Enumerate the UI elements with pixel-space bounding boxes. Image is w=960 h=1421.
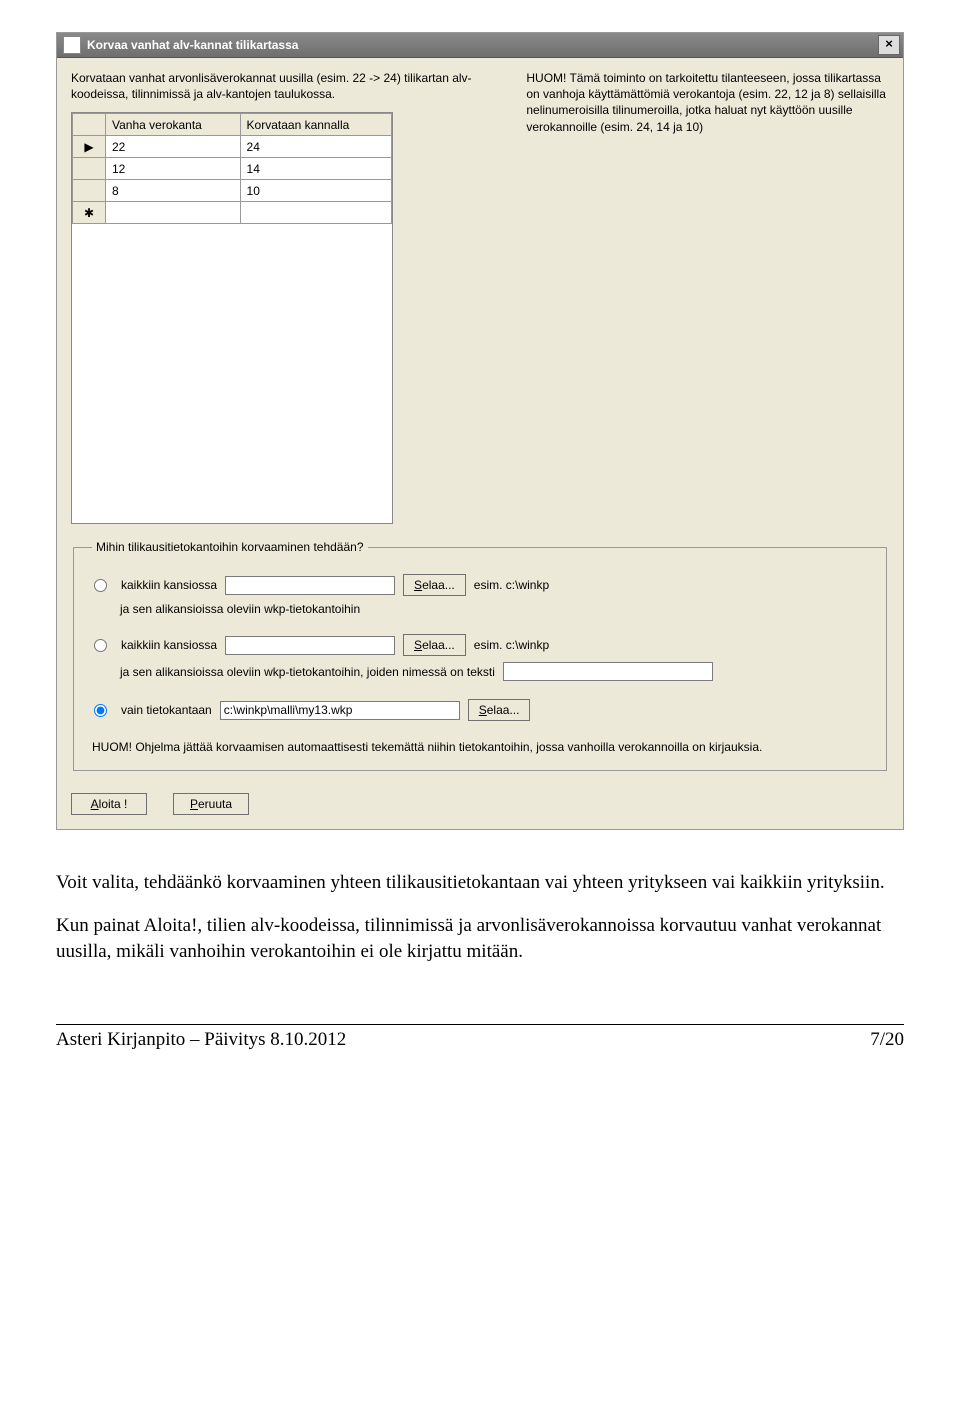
- rate-mapping-grid[interactable]: Vanha verokanta Korvataan kannalla ▶ 22 …: [71, 112, 393, 524]
- cell-new[interactable]: 10: [240, 180, 391, 202]
- browse-button-3[interactable]: Selaa...: [468, 699, 531, 721]
- cancel-button[interactable]: Peruuta: [173, 793, 249, 815]
- radio-label: vain tietokantaan: [121, 703, 212, 717]
- grid-corner: [73, 114, 106, 136]
- footer-rule: [56, 1024, 904, 1025]
- page-footer: Asteri Kirjanpito – Päivitys 8.10.2012 7…: [56, 1029, 904, 1051]
- dialog-client-area: Korvataan vanhat arvonlisäverokannat uus…: [57, 58, 903, 829]
- option1-subtext: ja sen alikansioissa oleviin wkp-tietoka…: [120, 602, 868, 616]
- folder-path-input-2[interactable]: [225, 636, 395, 655]
- table-row-new[interactable]: ✱: [73, 202, 392, 224]
- example-hint: esim. c:\winkp: [474, 638, 549, 652]
- folder-path-input-1[interactable]: [225, 576, 395, 595]
- fieldset-note: HUOM! Ohjelma jättää korvaamisen automaa…: [92, 739, 868, 755]
- row-selector[interactable]: [73, 158, 106, 180]
- paragraph: Voit valita, tehdäänkö korvaaminen yhtee…: [56, 870, 904, 896]
- cell-new[interactable]: 24: [240, 136, 391, 158]
- database-path-input[interactable]: [220, 701, 460, 720]
- paragraph: Kun painat Aloita!, tilien alv-koodeissa…: [56, 913, 904, 964]
- cell-old[interactable]: 8: [106, 180, 241, 202]
- name-filter-input[interactable]: [503, 662, 713, 681]
- window-title: Korvaa vanhat alv-kannat tilikartassa: [87, 38, 878, 52]
- cell-new[interactable]: 14: [240, 158, 391, 180]
- grid-header-old: Vanha verokanta: [106, 114, 241, 136]
- cell-new[interactable]: [240, 202, 391, 224]
- new-row-icon[interactable]: ✱: [73, 202, 106, 224]
- dialog-window: Korvaa vanhat alv-kannat tilikartassa × …: [56, 32, 904, 830]
- footer-left: Asteri Kirjanpito – Päivitys 8.10.2012: [56, 1029, 346, 1051]
- browse-button-2[interactable]: Selaa...: [403, 634, 466, 656]
- cell-old[interactable]: [106, 202, 241, 224]
- row-selector[interactable]: [73, 180, 106, 202]
- table-row[interactable]: 12 14: [73, 158, 392, 180]
- target-fieldset: Mihin tilikausitietokantoihin korvaamine…: [73, 540, 887, 770]
- radio-single-database[interactable]: [94, 704, 107, 717]
- option2-subtext: ja sen alikansioissa oleviin wkp-tietoka…: [120, 665, 495, 679]
- description-right: HUOM! Tämä toiminto on tarkoitettu tilan…: [526, 70, 889, 135]
- table-row[interactable]: 8 10: [73, 180, 392, 202]
- radio-label: kaikkiin kansiossa: [121, 578, 217, 592]
- close-button[interactable]: ×: [878, 35, 900, 55]
- document-body: Voit valita, tehdäänkö korvaaminen yhtee…: [56, 870, 904, 965]
- footer-right: 7/20: [870, 1029, 904, 1051]
- row-selector[interactable]: ▶: [73, 136, 106, 158]
- radio-all-in-folder-2[interactable]: [94, 639, 107, 652]
- cell-old[interactable]: 12: [106, 158, 241, 180]
- browse-button-1[interactable]: Selaa...: [403, 574, 466, 596]
- fieldset-legend: Mihin tilikausitietokantoihin korvaamine…: [92, 540, 368, 554]
- description-left: Korvataan vanhat arvonlisäverokannat uus…: [71, 70, 496, 102]
- radio-label: kaikkiin kansiossa: [121, 638, 217, 652]
- start-button[interactable]: Aloita !: [71, 793, 147, 815]
- cell-old[interactable]: 22: [106, 136, 241, 158]
- table-row[interactable]: ▶ 22 24: [73, 136, 392, 158]
- title-bar: Korvaa vanhat alv-kannat tilikartassa ×: [57, 33, 903, 58]
- example-hint: esim. c:\winkp: [474, 578, 549, 592]
- app-icon: [63, 36, 81, 54]
- radio-all-in-folder-1[interactable]: [94, 579, 107, 592]
- grid-header-new: Korvataan kannalla: [240, 114, 391, 136]
